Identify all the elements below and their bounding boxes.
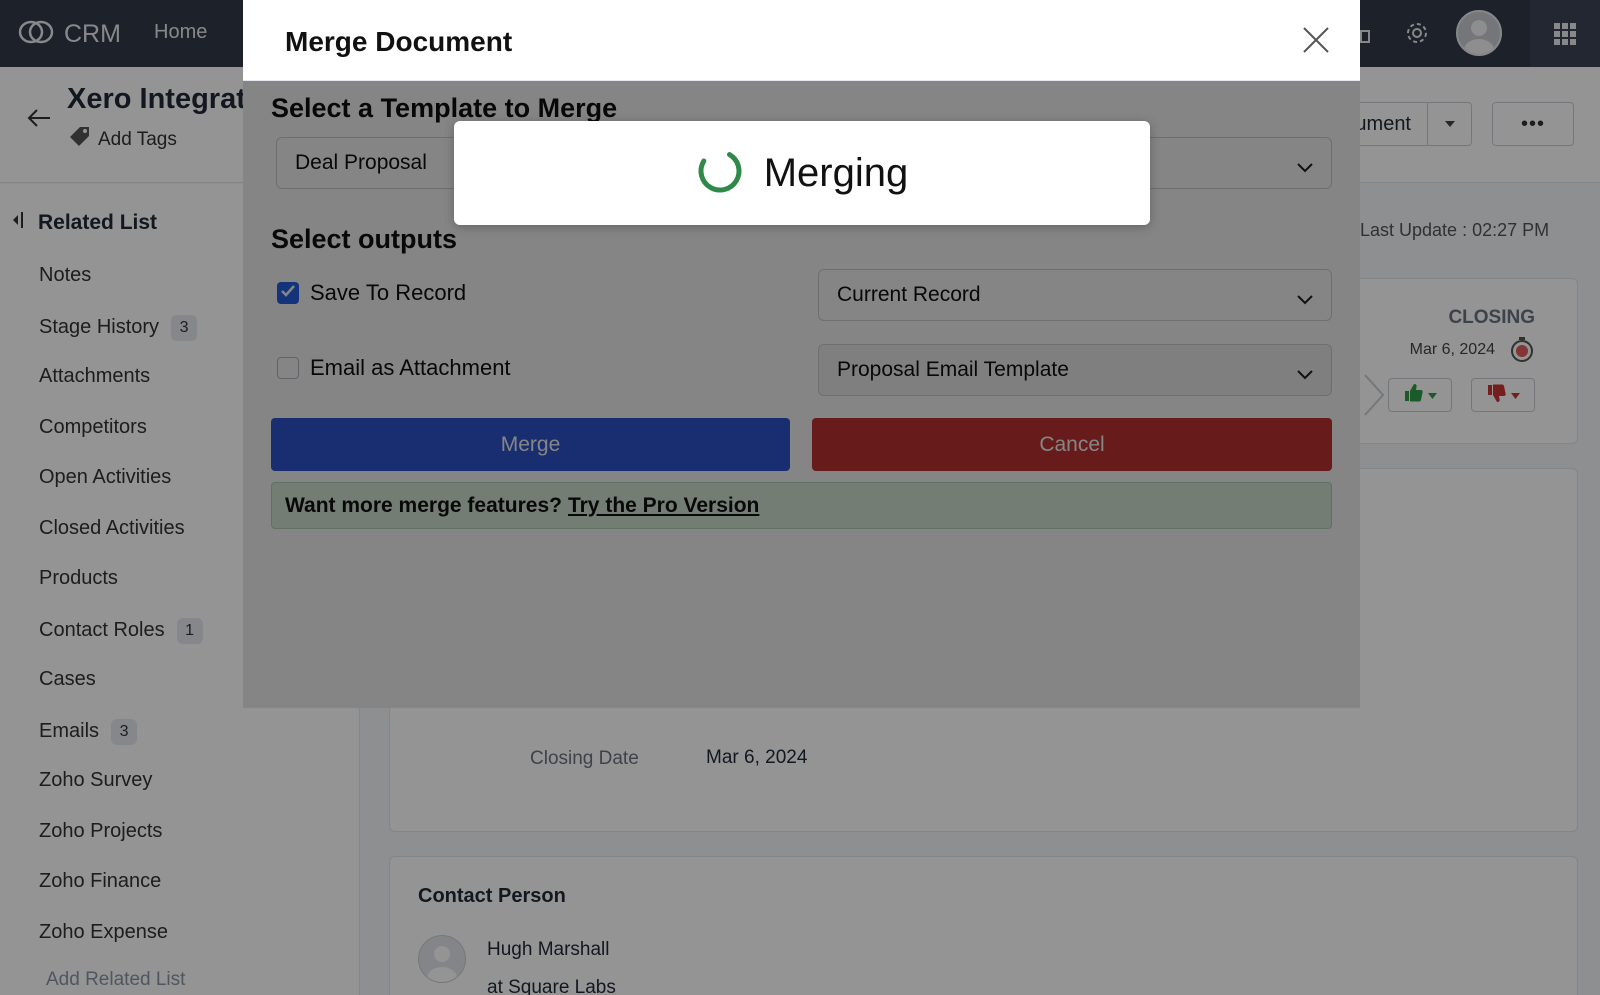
merge-document-dialog: Merge Document Select a Template to Merg…	[243, 0, 1360, 708]
dialog-header: Merge Document	[243, 0, 1360, 81]
dialog-title: Merge Document	[285, 26, 513, 57]
merging-popup: Merging	[454, 121, 1150, 225]
close-icon[interactable]	[1298, 22, 1334, 58]
spinner-icon	[696, 147, 744, 200]
merging-text: Merging	[763, 150, 909, 195]
